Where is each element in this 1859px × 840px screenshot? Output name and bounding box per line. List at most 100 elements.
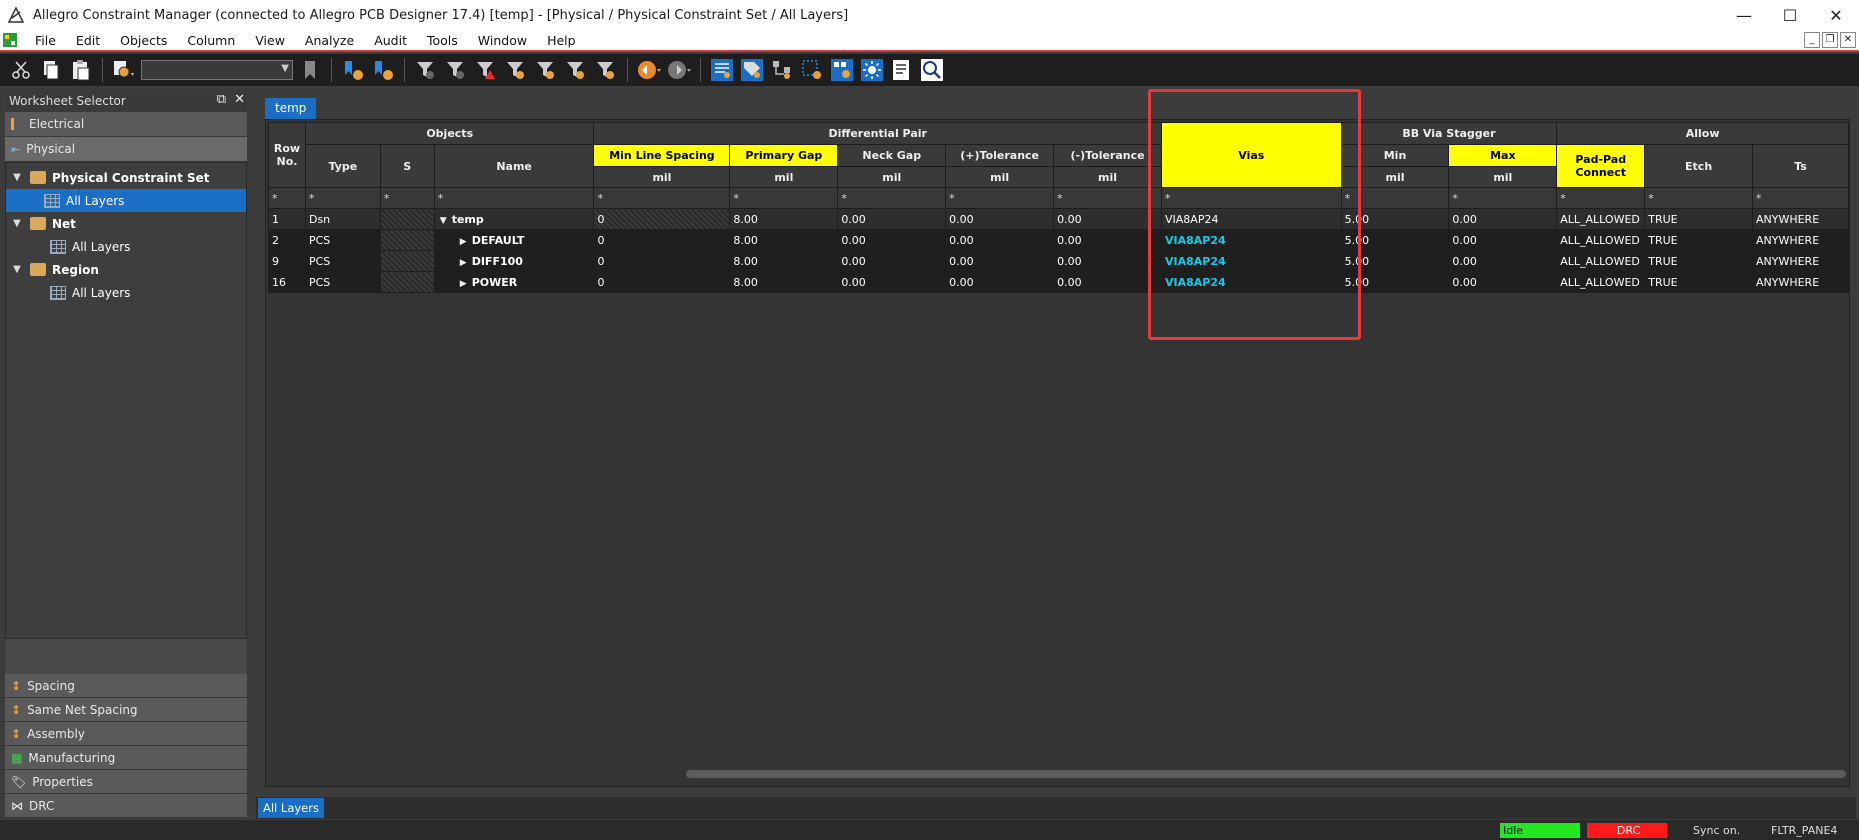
cell-etch[interactable]: TRUE bbox=[1644, 208, 1753, 230]
cell-minus-tolerance[interactable]: 0.00 bbox=[1053, 208, 1162, 230]
menu-window[interactable]: Window bbox=[468, 33, 537, 48]
menu-edit[interactable]: Edit bbox=[66, 33, 110, 48]
cell-min-line-spacing[interactable]: 0 bbox=[593, 271, 731, 293]
header-name[interactable]: Name bbox=[433, 144, 595, 188]
cell-plus-tolerance[interactable]: 0.00 bbox=[945, 229, 1055, 251]
tags-icon[interactable] bbox=[739, 57, 765, 83]
filter-gear-icon[interactable] bbox=[533, 57, 559, 83]
cell-plus-tolerance[interactable]: 0.00 bbox=[945, 250, 1055, 272]
cell-pad-pad-connect[interactable]: ALL_ALLOWED bbox=[1556, 271, 1646, 293]
cell-ts[interactable]: ANYWHERE bbox=[1751, 229, 1849, 251]
filter-columns-icon[interactable] bbox=[593, 57, 619, 83]
cell-etch[interactable]: TRUE bbox=[1644, 271, 1753, 293]
filter-cell[interactable]: * bbox=[593, 187, 731, 209]
document-tab-temp[interactable]: temp bbox=[265, 98, 317, 119]
expand-arrow-icon[interactable]: ▼ bbox=[10, 264, 24, 275]
header-primary-gap[interactable]: Primary Gap bbox=[729, 144, 839, 167]
horizontal-scrollbar[interactable] bbox=[686, 770, 1846, 778]
menu-help[interactable]: Help bbox=[537, 33, 586, 48]
cell-minus-tolerance[interactable]: 0.00 bbox=[1053, 229, 1162, 251]
next-bookmark-icon[interactable] bbox=[340, 57, 366, 83]
cell-min-line-spacing[interactable]: 0 bbox=[593, 208, 731, 230]
cell-minus-tolerance[interactable]: 0.00 bbox=[1053, 250, 1162, 272]
menu-audit[interactable]: Audit bbox=[364, 33, 417, 48]
cell-pad-pad-connect[interactable]: ALL_ALLOWED bbox=[1556, 250, 1646, 272]
copy-icon[interactable] bbox=[38, 57, 64, 83]
redo-icon[interactable] bbox=[666, 57, 692, 83]
settings-sun-icon[interactable] bbox=[859, 57, 885, 83]
menu-view[interactable]: View bbox=[245, 33, 295, 48]
table-row[interactable]: 2 PCS ▶ DEFAULT 0 8.00 0.00 0.00 0.00 VIA… bbox=[268, 229, 1849, 251]
header-type[interactable]: Type bbox=[304, 144, 381, 188]
header-pad-pad-connect[interactable]: Pad-Pad Connect bbox=[1556, 144, 1646, 188]
cell-bb-max[interactable]: 0.00 bbox=[1448, 229, 1558, 251]
menu-objects[interactable]: Objects bbox=[110, 33, 177, 48]
tree-node-region-all-layers[interactable]: All Layers bbox=[6, 281, 246, 304]
category-drc[interactable]: ⋈ DRC bbox=[5, 794, 247, 818]
filter-cell[interactable]: * bbox=[1751, 187, 1849, 209]
table-row[interactable]: 16 PCS ▶ POWER 0 8.00 0.00 0.00 0.00 VIA8… bbox=[268, 271, 1849, 293]
header-plus-tolerance[interactable]: (+)Tolerance bbox=[945, 144, 1055, 167]
mdi-restore-button[interactable]: ❐ bbox=[1822, 32, 1838, 48]
float-panel-icon[interactable]: ⧉ bbox=[217, 92, 226, 107]
paste-icon[interactable] bbox=[68, 57, 94, 83]
filter-cell[interactable]: * bbox=[268, 187, 306, 209]
mdi-close-button[interactable]: ✕ bbox=[1840, 32, 1856, 48]
menu-tools[interactable]: Tools bbox=[417, 33, 468, 48]
cell-bb-max[interactable]: 0.00 bbox=[1448, 250, 1558, 272]
cell-etch[interactable]: TRUE bbox=[1644, 250, 1753, 272]
filter-cell[interactable]: * bbox=[433, 187, 595, 209]
filter-cell[interactable]: * bbox=[304, 187, 381, 209]
tree-node-physical-constraint-set[interactable]: ▼ Physical Constraint Set bbox=[6, 166, 246, 189]
filter-cell[interactable]: * bbox=[1644, 187, 1753, 209]
cell-primary-gap[interactable]: 8.00 bbox=[729, 250, 839, 272]
category-manufacturing[interactable]: ▦ Manufacturing bbox=[5, 746, 247, 770]
cell-ts[interactable]: ANYWHERE bbox=[1751, 208, 1849, 230]
category-same-net-spacing[interactable]: ↕ Same Net Spacing bbox=[5, 698, 247, 722]
worksheet-icon[interactable] bbox=[709, 57, 735, 83]
category-spacing[interactable]: ↕ Spacing bbox=[5, 674, 247, 698]
header-s[interactable]: S bbox=[379, 144, 435, 188]
hierarchy-icon[interactable] bbox=[769, 57, 795, 83]
header-differential-pair[interactable]: Differential Pair bbox=[593, 122, 1162, 145]
expand-arrow-icon[interactable]: ▼ bbox=[10, 172, 24, 183]
filter-cell[interactable]: * bbox=[1556, 187, 1646, 209]
cell-primary-gap[interactable]: 8.00 bbox=[729, 271, 839, 293]
cell-name[interactable]: ▼ temp bbox=[433, 208, 595, 230]
minimize-button[interactable]: — bbox=[1721, 0, 1767, 30]
cell-min-line-spacing[interactable]: 0 bbox=[593, 250, 731, 272]
maximize-button[interactable]: ☐ bbox=[1767, 0, 1813, 30]
header-minus-tolerance[interactable]: (-)Tolerance bbox=[1053, 144, 1162, 167]
menu-analyze[interactable]: Analyze bbox=[295, 33, 364, 48]
cell-neck-gap[interactable]: 0.00 bbox=[837, 250, 947, 272]
mdi-minimize-button[interactable]: _ bbox=[1804, 32, 1820, 48]
header-row-no[interactable]: Row No. bbox=[268, 122, 306, 188]
expand-arrow-icon[interactable]: ▶ bbox=[460, 279, 472, 289]
header-allow[interactable]: Allow bbox=[1556, 122, 1849, 145]
expand-arrow-icon[interactable]: ▼ bbox=[10, 218, 24, 229]
menu-file[interactable]: File bbox=[25, 33, 66, 48]
cell-ts[interactable]: ANYWHERE bbox=[1751, 250, 1849, 272]
cell-name[interactable]: ▶ POWER bbox=[433, 271, 595, 293]
header-bb-max[interactable]: Max bbox=[1448, 144, 1558, 167]
undo-icon[interactable] bbox=[636, 57, 662, 83]
header-neck-gap[interactable]: Neck Gap bbox=[837, 144, 947, 167]
category-properties[interactable]: 🏷 Properties bbox=[5, 770, 247, 794]
status-drc-indicator[interactable]: DRC bbox=[1587, 823, 1667, 838]
worksheet-tab-all-layers[interactable]: All Layers bbox=[258, 798, 324, 818]
filter-cell[interactable]: * bbox=[729, 187, 839, 209]
prev-bookmark-icon[interactable] bbox=[370, 57, 396, 83]
filter-cell[interactable]: * bbox=[1448, 187, 1558, 209]
close-button[interactable]: ✕ bbox=[1813, 0, 1859, 30]
header-min-line-spacing[interactable]: Min Line Spacing bbox=[593, 144, 731, 167]
header-etch[interactable]: Etch bbox=[1644, 144, 1753, 188]
cell-pad-pad-connect[interactable]: ALL_ALLOWED bbox=[1556, 208, 1646, 230]
header-bb-via-stagger[interactable]: BB Via Stagger bbox=[1340, 122, 1558, 145]
cell-bb-max[interactable]: 0.00 bbox=[1448, 271, 1558, 293]
header-objects[interactable]: Objects bbox=[304, 122, 595, 145]
scope-combo[interactable] bbox=[141, 60, 293, 80]
tree-node-pcs-all-layers[interactable]: All Layers bbox=[6, 189, 246, 212]
filter-cell[interactable]: * bbox=[1053, 187, 1162, 209]
cell-etch[interactable]: TRUE bbox=[1644, 229, 1753, 251]
tree-node-net[interactable]: ▼ Net bbox=[6, 212, 246, 235]
